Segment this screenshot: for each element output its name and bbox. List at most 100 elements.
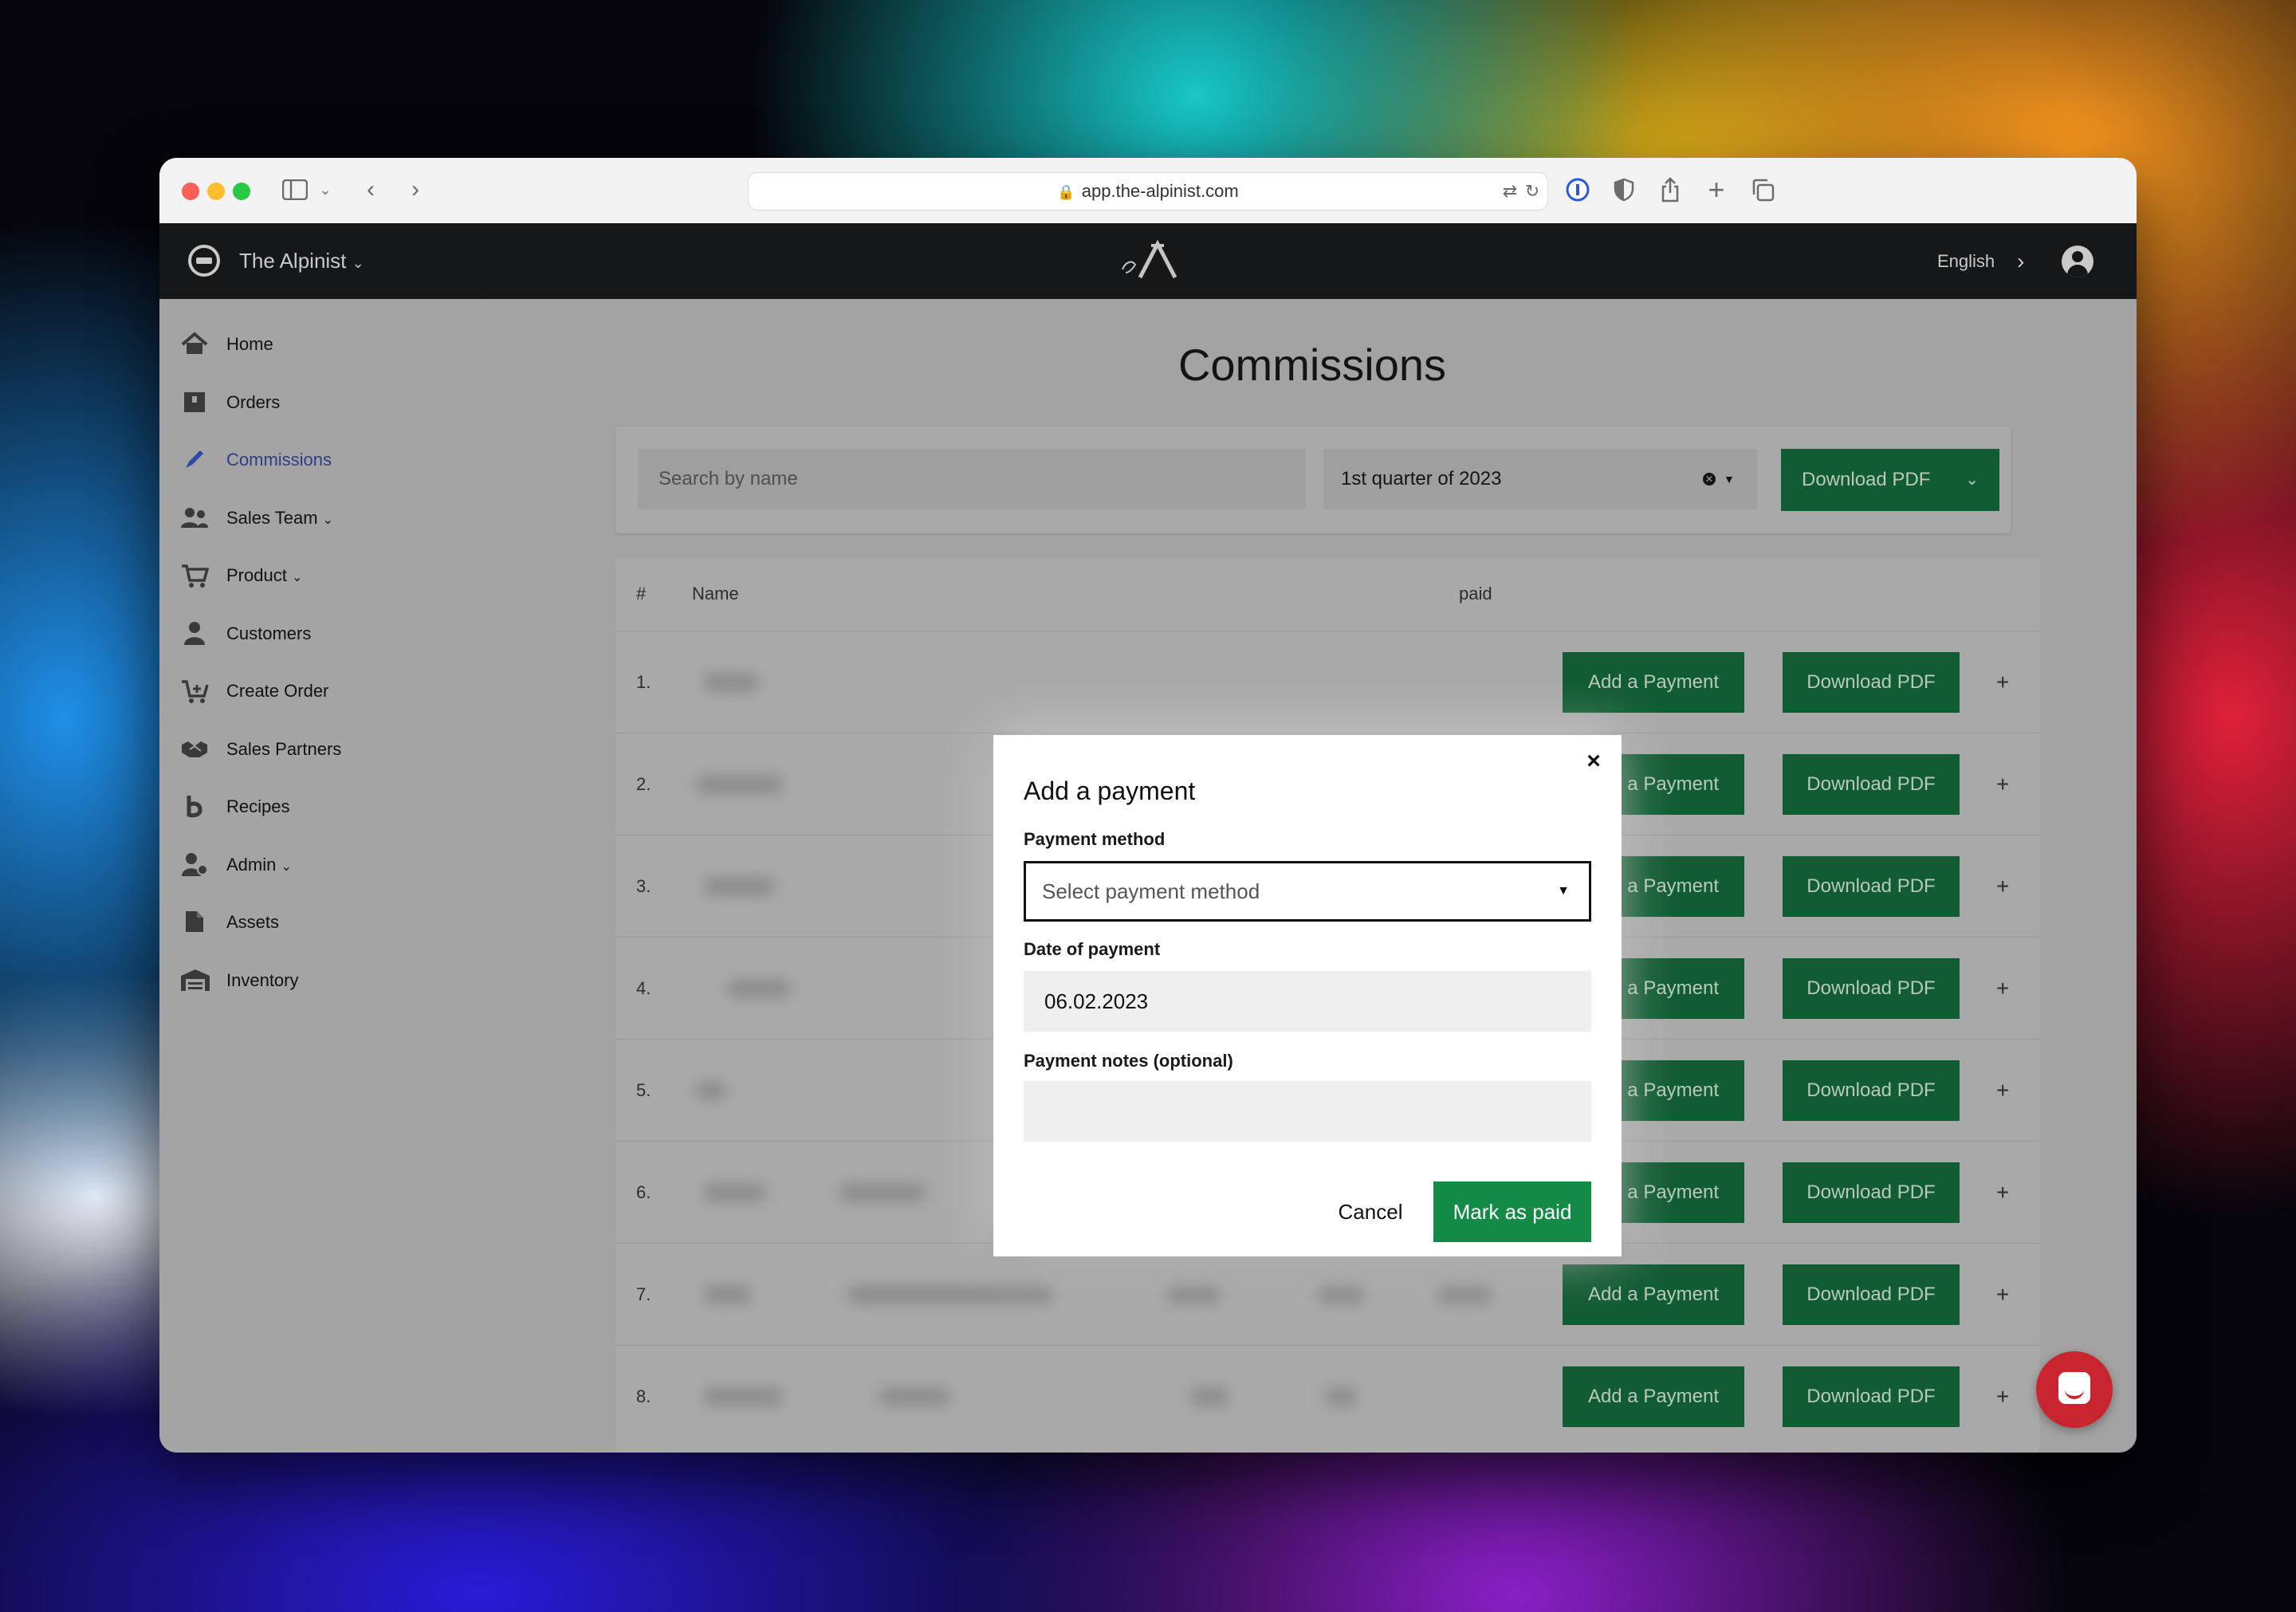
lock-icon: 🔒 (1057, 184, 1075, 200)
zoom-window-button[interactable] (233, 183, 250, 200)
app-header: The Alpinist ⌄ English › (159, 223, 2137, 299)
table-row: 1. Add a Payment Download PDF + (615, 631, 2039, 733)
download-pdf-button[interactable]: Download PDF ⌄ (1781, 449, 1999, 511)
box-icon (180, 390, 209, 415)
caret-down-icon: ▼ (1557, 884, 1570, 898)
expand-row-button[interactable]: + (1996, 1142, 2009, 1244)
chevron-right-icon[interactable]: › (2017, 223, 2024, 299)
chevron-down-icon: ⌄ (322, 513, 334, 527)
address-bar[interactable]: 🔒 app.the-alpinist.com ⇄ ↻ (748, 172, 1548, 210)
translate-icon[interactable]: ⇄ (1498, 175, 1522, 207)
clear-icon[interactable]: ✕ (1703, 473, 1716, 486)
cart-plus-icon (180, 678, 209, 704)
payment-method-select[interactable]: Select payment method ▼ (1024, 861, 1591, 922)
column-header-name[interactable]: Name (692, 557, 739, 631)
forward-icon[interactable]: › (403, 174, 427, 206)
expand-row-button[interactable]: + (1996, 1040, 2009, 1142)
chevron-down-icon: ⌄ (291, 571, 303, 584)
sidebar-item-recipes[interactable]: Recipes (159, 783, 488, 831)
download-pdf-button[interactable]: Download PDF (1783, 754, 1960, 815)
close-icon[interactable]: × (1582, 749, 1606, 773)
sidebar-item-label: Assets (226, 912, 280, 932)
cancel-button[interactable]: Cancel (1319, 1181, 1422, 1242)
row-number: 1. (636, 672, 651, 692)
column-header-paid[interactable]: paid (1459, 557, 1492, 631)
add-payment-button[interactable]: Add a Payment (1563, 1264, 1744, 1325)
redacted-cell (1317, 1285, 1365, 1304)
payment-notes-input[interactable] (1024, 1081, 1591, 1142)
password-manager-icon[interactable] (1564, 174, 1591, 206)
pencil-icon (180, 447, 209, 473)
expand-row-button[interactable]: + (1996, 1346, 2009, 1448)
download-pdf-button[interactable]: Download PDF (1783, 1366, 1960, 1427)
date-of-payment-label: Date of payment (1024, 939, 1161, 959)
sidebar-item-label: Inventory (226, 970, 299, 990)
add-payment-button[interactable]: Add a Payment (1563, 652, 1744, 713)
redacted-cell (727, 979, 791, 998)
brand-switcher[interactable]: The Alpinist ⌄ (239, 223, 364, 301)
page-title: Commissions (1177, 340, 1447, 390)
redacted-cell (703, 877, 775, 896)
sidebar-item-orders[interactable]: Orders (159, 379, 488, 427)
sidebar-item-label: Admin ⌄ (226, 841, 292, 891)
sidebar-item-sales-partners[interactable]: Sales Partners (159, 725, 488, 773)
expand-row-button[interactable]: + (1996, 835, 2009, 938)
alpinist-logo-icon[interactable] (1108, 238, 1188, 285)
tabs-overview-icon[interactable] (1749, 174, 1776, 206)
download-pdf-button[interactable]: Download PDF (1783, 1264, 1960, 1325)
row-number: 2. (636, 774, 651, 794)
add-payment-button[interactable]: Add a Payment (1563, 1366, 1744, 1427)
expand-row-button[interactable]: + (1996, 1244, 2009, 1346)
close-window-button[interactable] (182, 183, 199, 200)
download-pdf-button[interactable]: Download PDF (1783, 856, 1960, 917)
shield-icon[interactable] (1610, 174, 1637, 206)
sidebar: Home Orders Commissions Sales Team ⌄ Pro… (159, 299, 488, 1453)
new-tab-icon[interactable]: + (1703, 174, 1730, 206)
sidebar-item-admin[interactable]: Admin ⌄ (159, 841, 488, 889)
download-pdf-button[interactable]: Download PDF (1783, 652, 1960, 713)
account-icon[interactable] (2062, 246, 2094, 277)
redacted-cell (1166, 1285, 1221, 1304)
payment-method-placeholder: Select payment method (1042, 879, 1260, 903)
chat-widget-icon[interactable] (2036, 1351, 2113, 1428)
row-number: 4. (636, 978, 651, 998)
caret-down-icon[interactable]: ▼ (1724, 449, 1735, 509)
share-icon[interactable] (1657, 174, 1684, 206)
url-text: app.the-alpinist.com (1081, 181, 1239, 201)
chevron-down-icon[interactable]: ⌄ (316, 174, 335, 206)
expand-row-button[interactable]: + (1996, 631, 2009, 733)
mark-as-paid-button[interactable]: Mark as paid (1433, 1181, 1591, 1242)
language-selector[interactable]: English (1937, 223, 1995, 299)
sidebar-item-inventory[interactable]: Inventory (159, 957, 488, 1005)
chevron-down-icon: ⌄ (1965, 471, 1979, 489)
minimize-window-button[interactable] (207, 183, 225, 200)
download-pdf-button[interactable]: Download PDF (1783, 1060, 1960, 1121)
download-pdf-button[interactable]: Download PDF (1783, 958, 1960, 1019)
reload-icon[interactable]: ↻ (1520, 175, 1544, 207)
chevron-down-icon: ⌄ (281, 860, 292, 874)
sidebar-item-assets[interactable]: Assets (159, 898, 488, 946)
sidebar-item-sales-team[interactable]: Sales Team ⌄ (159, 494, 488, 542)
row-number: 7. (636, 1284, 651, 1304)
sidebar-item-product[interactable]: Product ⌄ (159, 552, 488, 600)
expand-row-button[interactable]: + (1996, 733, 2009, 835)
period-select[interactable]: 1st quarter of 2023 ✕ ▼ (1323, 449, 1757, 509)
sidebar-item-label: Product ⌄ (226, 552, 302, 602)
sidebar-item-commissions[interactable]: Commissions (159, 436, 488, 484)
row-number: 8. (636, 1386, 651, 1406)
sidebar-item-customers[interactable]: Customers (159, 610, 488, 658)
dialog-title: Add a payment (1024, 777, 1196, 805)
back-icon[interactable]: ‹ (359, 174, 383, 206)
warehouse-icon (180, 968, 210, 993)
sidebar-item-label: Commissions (226, 450, 332, 470)
expand-row-button[interactable]: + (1996, 938, 2009, 1040)
date-of-payment-input[interactable]: 06.02.2023 (1024, 971, 1591, 1032)
sidebar-item-create-order[interactable]: Create Order (159, 667, 488, 715)
browser-window: ⌄ ‹ › 🔒 app.the-alpinist.com ⇄ ↻ + The Al… (159, 158, 2137, 1453)
search-input[interactable]: Search by name (638, 449, 1306, 509)
sidebar-toggle-icon[interactable] (279, 174, 311, 206)
download-pdf-button[interactable]: Download PDF (1783, 1162, 1960, 1223)
sidebar-item-home[interactable]: Home (159, 320, 488, 368)
redacted-cell (847, 1285, 1054, 1304)
browser-toolbar: ⌄ ‹ › 🔒 app.the-alpinist.com ⇄ ↻ + (159, 158, 2137, 224)
